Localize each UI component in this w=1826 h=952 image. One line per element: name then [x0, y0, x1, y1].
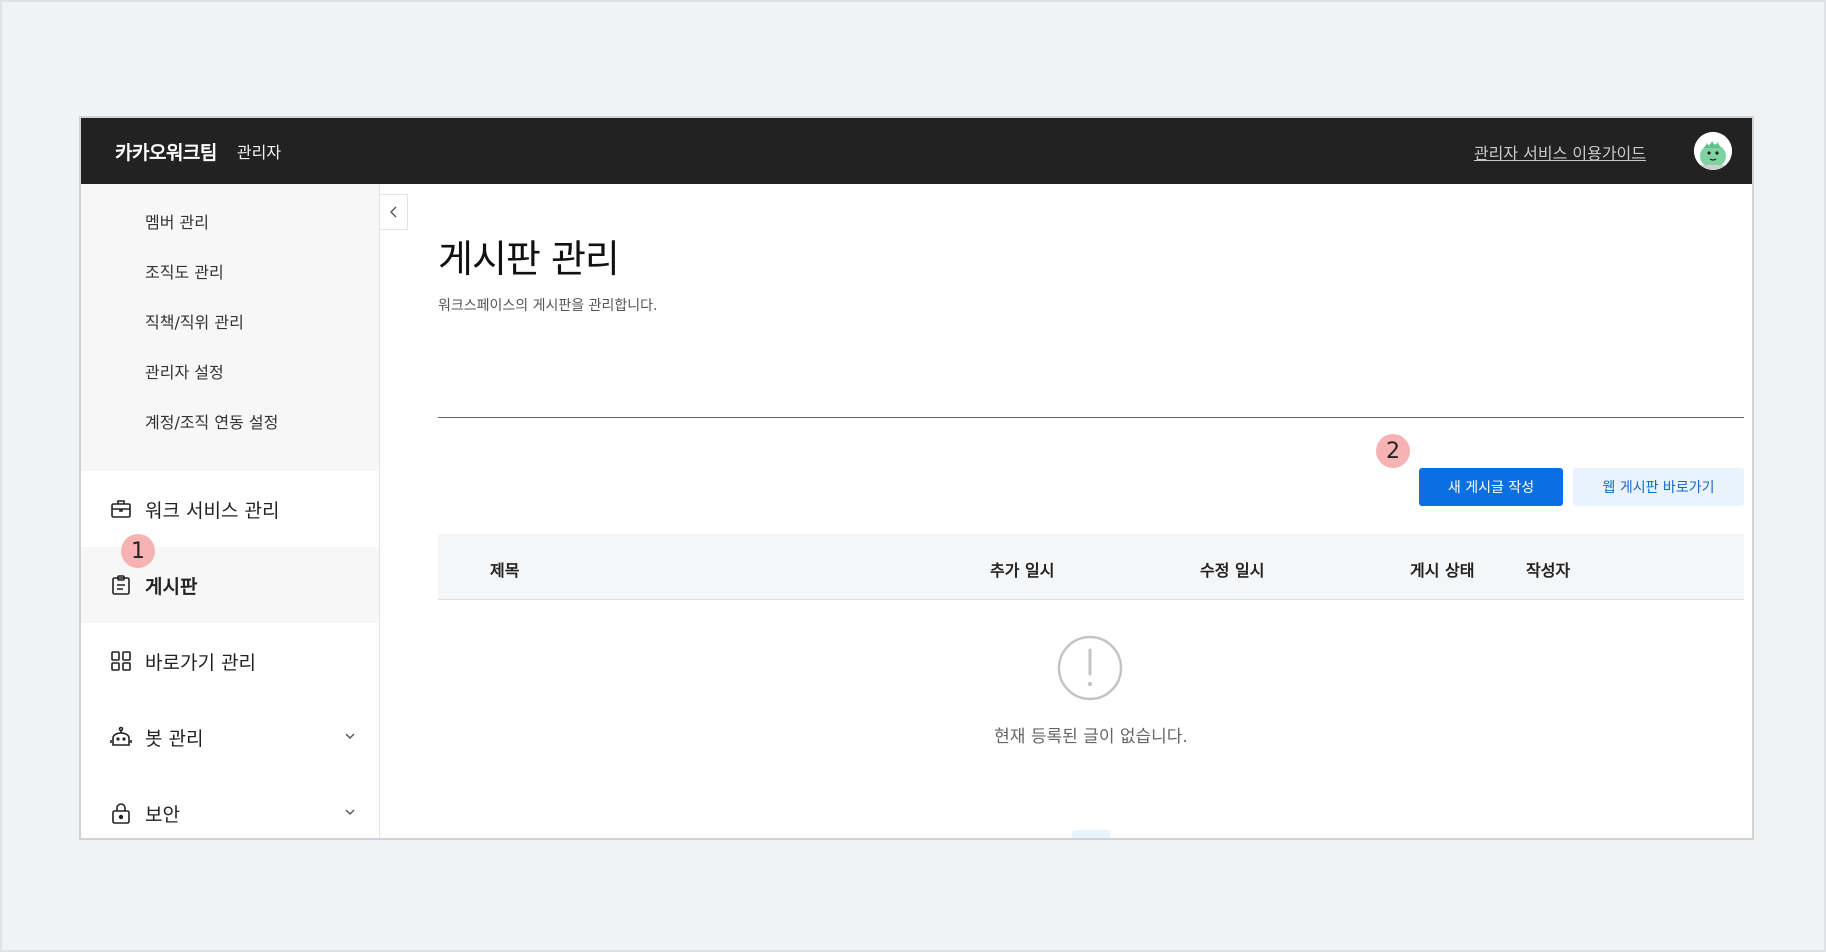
new-post-button[interactable]: 새 게시글 작성	[1419, 468, 1563, 506]
main-content: 게시판 관리 워크스페이스의 게시판을 관리합니다. 2 새 게시글 작성 웹 …	[438, 184, 1744, 838]
sidebar-item-admin-settings[interactable]: 관리자 설정	[81, 348, 379, 398]
chevron-down-icon	[345, 809, 355, 815]
sidebar-collapse-button[interactable]	[380, 194, 408, 230]
clipboard-icon	[109, 573, 133, 597]
page-description: 워크스페이스의 게시판을 관리합니다.	[438, 298, 658, 314]
sidebar-item-org-chart[interactable]: 조직도 관리	[81, 248, 379, 298]
briefcase-icon	[109, 497, 133, 521]
first-page-icon[interactable]	[992, 835, 1020, 838]
column-header-status[interactable]: 게시 상태	[1410, 557, 1474, 581]
sidebar-item-label: 보안	[145, 803, 180, 826]
step-badge-2: 2	[1376, 434, 1410, 468]
column-header-author[interactable]: 작성자	[1526, 557, 1570, 581]
previous-page-icon[interactable]	[1032, 835, 1060, 838]
admin-guide-link[interactable]: 관리자 서비스 이용가이드	[1474, 140, 1646, 164]
divider	[438, 417, 1744, 418]
column-header-modified[interactable]: 수정 일시	[1200, 557, 1264, 581]
sidebar: 멤버 관리 조직도 관리 직책/직위 관리 관리자 설정 계정/조직 연동 설정…	[81, 184, 380, 838]
table-header: 제목 추가 일시 수정 일시 게시 상태 작성자	[438, 534, 1744, 600]
lock-icon	[109, 801, 133, 825]
grid-icon	[109, 649, 133, 673]
page-number-current[interactable]: 1	[1072, 830, 1110, 838]
brand-subtitle: 관리자	[236, 143, 282, 162]
pagination: 1	[438, 830, 1744, 838]
sidebar-item-bots[interactable]: 봇 관리	[81, 699, 379, 775]
chevron-down-icon	[345, 733, 355, 739]
top-bar: 카카오워크팀 관리자 관리자 서비스 이용가이드	[81, 118, 1752, 184]
sidebar-item-security[interactable]: 보안	[81, 775, 379, 838]
sidebar-item-label: 봇 관리	[145, 727, 204, 750]
sidebar-item-label: 워크 서비스 관리	[145, 499, 280, 522]
avatar-character-icon	[1694, 132, 1732, 170]
empty-state-message: 현재 등록된 글이 없습니다.	[994, 727, 1188, 747]
bot-icon	[109, 725, 133, 749]
next-page-icon[interactable]	[1122, 835, 1150, 838]
admin-window: 카카오워크팀 관리자 관리자 서비스 이용가이드 멤버 관리 조직도 관리 직책…	[79, 116, 1754, 840]
column-header-title[interactable]: 제목	[490, 557, 519, 581]
column-header-created[interactable]: 추가 일시	[990, 557, 1054, 581]
step-badge-1: 1	[121, 534, 155, 568]
sidebar-item-positions[interactable]: 직책/직위 관리	[81, 298, 379, 348]
exclamation-icon	[1057, 635, 1123, 701]
sidebar-item-label: 바로가기 관리	[145, 651, 256, 674]
sidebar-item-account-sync[interactable]: 계정/조직 연동 설정	[81, 398, 379, 448]
avatar[interactable]	[1694, 132, 1732, 170]
brand-name[interactable]: 카카오워크팀	[115, 138, 217, 165]
page-title: 게시판 관리	[438, 237, 620, 281]
chevron-left-icon	[389, 206, 396, 218]
sidebar-item-label: 게시판	[145, 575, 198, 598]
sidebar-item-shortcuts[interactable]: 바로가기 관리	[81, 623, 379, 699]
sidebar-item-members[interactable]: 멤버 관리	[81, 198, 379, 248]
last-page-icon[interactable]	[1162, 835, 1190, 838]
sidebar-submenu: 멤버 관리 조직도 관리 직책/직위 관리 관리자 설정 계정/조직 연동 설정	[81, 184, 379, 471]
web-board-shortcut-button[interactable]: 웹 게시판 바로가기	[1573, 468, 1744, 506]
sidebar-item-work-services[interactable]: 워크 서비스 관리	[81, 471, 379, 547]
